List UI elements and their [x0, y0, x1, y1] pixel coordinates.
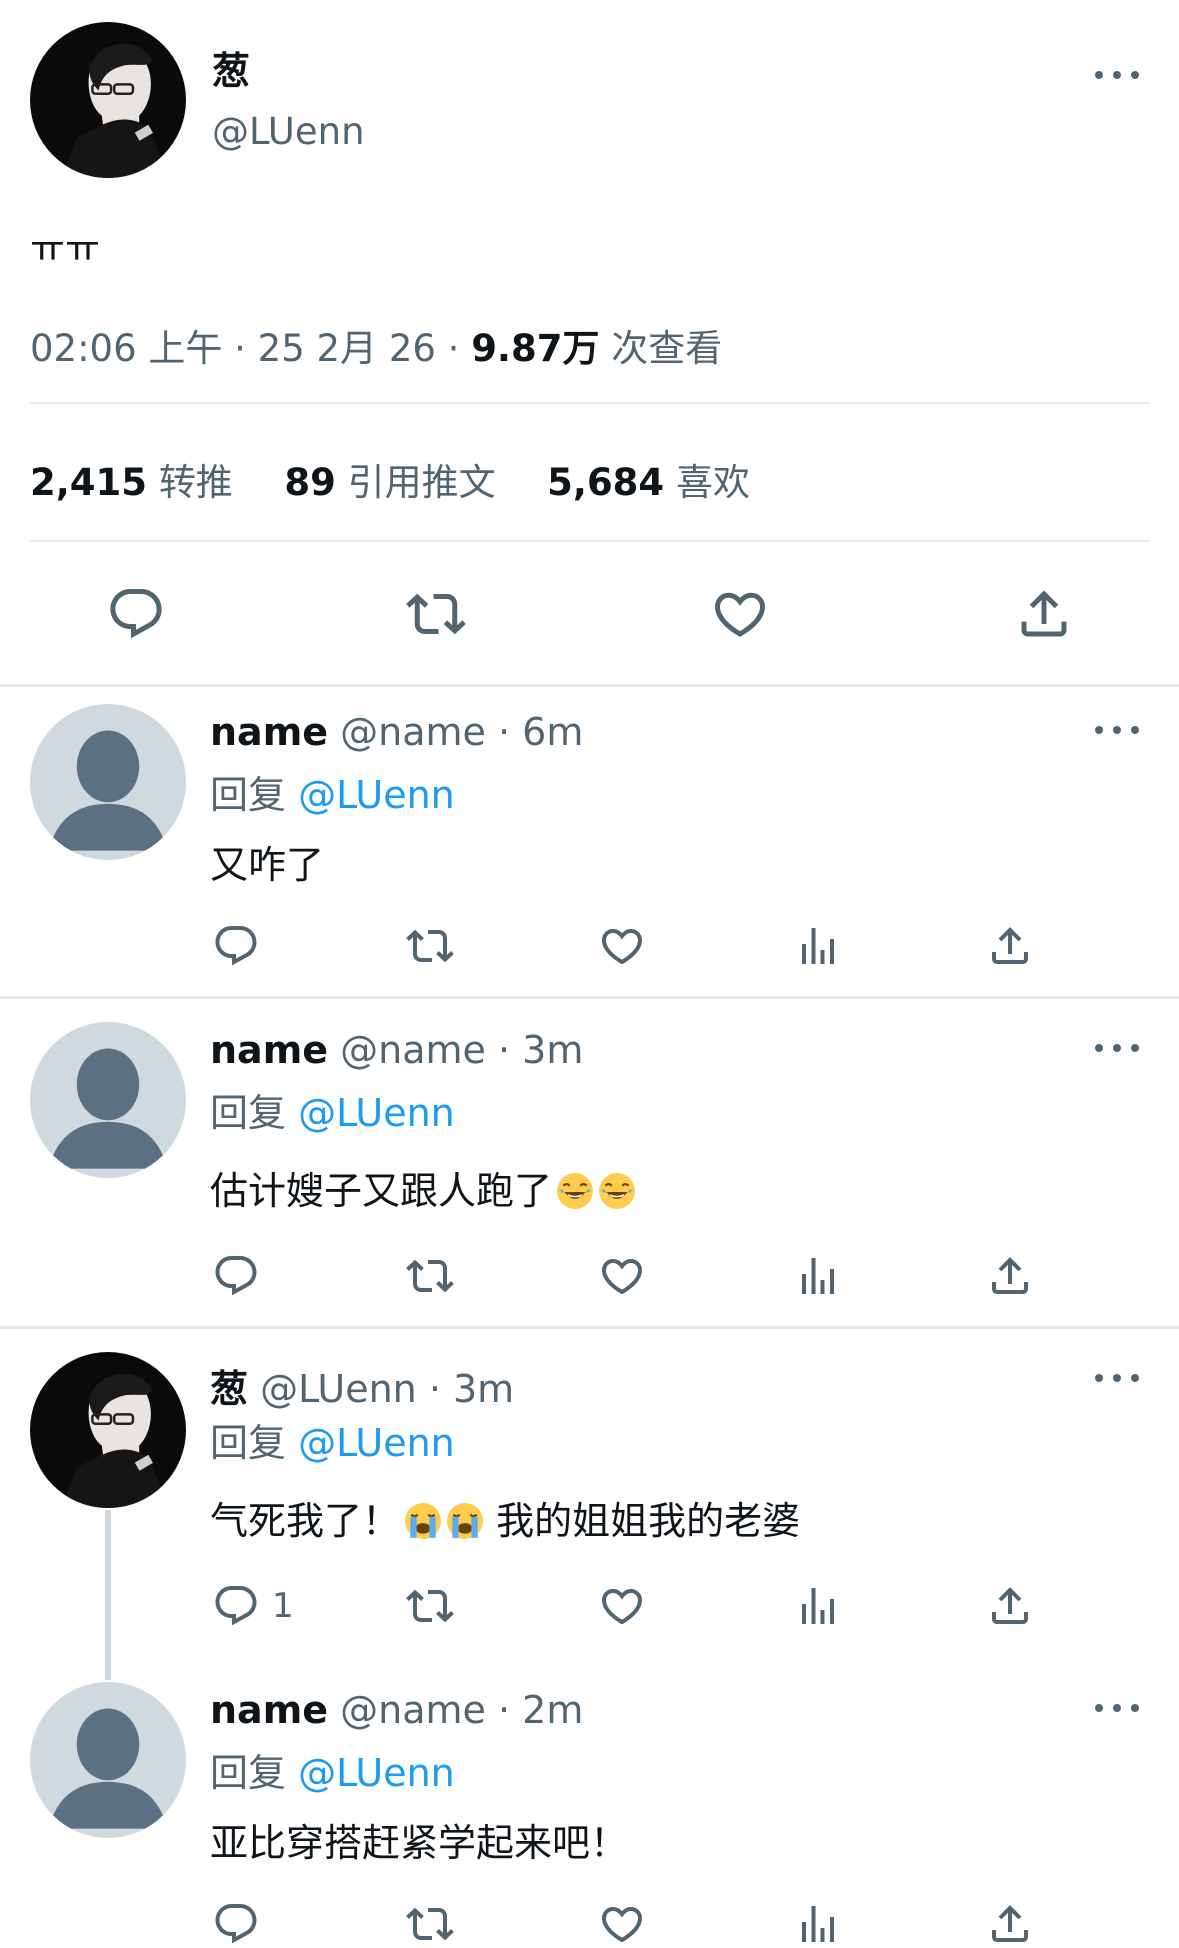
handle-time[interactable]: @name · 2m — [340, 1688, 583, 1732]
share-icon[interactable] — [986, 922, 1034, 970]
reply-prefix: 回复 — [210, 1091, 287, 1135]
avatar[interactable] — [30, 22, 186, 178]
handle-time[interactable]: @LUenn · 3m — [260, 1367, 514, 1411]
reply-icon[interactable] — [212, 922, 260, 970]
reply-text: 我的姐姐我的老婆 — [496, 1499, 801, 1543]
more-icon[interactable] — [1095, 65, 1139, 85]
reply-prefix: 回复 — [210, 1421, 287, 1465]
retweets-stat[interactable]: 2,415 转推 — [30, 461, 245, 504]
more-icon[interactable] — [1095, 1698, 1139, 1718]
reply-prefix: 回复 — [210, 773, 287, 817]
divider — [0, 1326, 1179, 1329]
display-name[interactable]: 葱 — [210, 1367, 248, 1411]
more-icon[interactable] — [1095, 1368, 1139, 1388]
reply-text: 估计嫂子又跟人跑了 — [210, 1169, 553, 1213]
laughing-tears-icon — [556, 1172, 594, 1210]
more-icon[interactable] — [1095, 1038, 1139, 1058]
views-icon[interactable] — [794, 1900, 842, 1948]
handle-time[interactable]: @name · 6m — [340, 710, 583, 754]
mention-link[interactable]: @LUenn — [298, 773, 455, 817]
reply-header: name @name · 3m — [210, 1028, 583, 1072]
quotes-stat[interactable]: 89 引用推文 — [284, 461, 507, 504]
likes-count: 5,684 — [547, 461, 665, 504]
crying-face-icon — [446, 1502, 484, 1540]
likes-label: 喜欢 — [675, 461, 750, 504]
divider — [0, 996, 1179, 999]
tweet-text: ㅠㅠ — [30, 227, 100, 271]
retweets-count: 2,415 — [30, 461, 148, 504]
timestamp[interactable]: 02:06 上午 · 25 2月 26 · — [30, 327, 459, 370]
divider — [30, 402, 1149, 404]
avatar[interactable] — [30, 1682, 186, 1838]
display-name[interactable]: name — [210, 1028, 328, 1072]
handle-time[interactable]: @name · 3m — [340, 1028, 583, 1072]
heart-icon[interactable] — [598, 1252, 646, 1300]
retweet-icon[interactable] — [406, 584, 466, 644]
retweet-icon[interactable] — [406, 922, 454, 970]
avatar[interactable] — [30, 1022, 186, 1178]
display-name[interactable]: name — [210, 710, 328, 754]
views-icon[interactable] — [794, 1582, 842, 1630]
divider — [0, 684, 1179, 687]
views-count: 9.87万 — [471, 327, 600, 370]
reply-text: 又咋了 — [210, 843, 325, 887]
reply-header: 葱 @LUenn · 3m — [210, 1358, 514, 1413]
reply-prefix: 回复 — [210, 1751, 287, 1795]
retweet-icon[interactable] — [406, 1252, 454, 1300]
heart-icon[interactable] — [598, 1900, 646, 1948]
avatar[interactable] — [30, 1352, 186, 1508]
share-icon[interactable] — [986, 1252, 1034, 1300]
reply-icon[interactable] — [212, 1582, 260, 1630]
reply-context: 回复 @LUenn — [210, 764, 455, 819]
reply-body: 估计嫂子又跟人跑了 — [210, 1160, 636, 1215]
views-icon[interactable] — [794, 922, 842, 970]
reply-context: 回复 @LUenn — [210, 1082, 455, 1137]
mention-link[interactable]: @LUenn — [298, 1751, 455, 1795]
reply-context: 回复 @LUenn — [210, 1742, 455, 1797]
heart-icon[interactable] — [598, 1582, 646, 1630]
reply-header: name @name · 6m — [210, 710, 583, 754]
reply-count: 1 — [272, 1586, 294, 1626]
views-icon[interactable] — [794, 1252, 842, 1300]
retweets-label: 转推 — [158, 461, 233, 504]
views-label: 次查看 — [611, 327, 723, 370]
divider — [30, 540, 1149, 542]
display-name[interactable]: 葱 — [212, 40, 250, 95]
more-icon[interactable] — [1095, 720, 1139, 740]
retweet-icon[interactable] — [406, 1582, 454, 1630]
timestamp-line: 02:06 上午 · 25 2月 26 · 9.87万 次查看 — [30, 318, 722, 372]
avatar[interactable] — [30, 704, 186, 860]
quotes-count: 89 — [284, 461, 336, 504]
mention-link[interactable]: @LUenn — [298, 1421, 455, 1465]
heart-icon[interactable] — [710, 584, 770, 644]
handle[interactable]: @LUenn — [212, 110, 365, 153]
reply-icon[interactable] — [106, 584, 166, 644]
reply-icon[interactable] — [212, 1900, 260, 1948]
likes-stat[interactable]: 5,684 喜欢 — [547, 461, 750, 504]
reply-body: 气死我了！ 我的姐姐我的老婆 — [210, 1490, 800, 1545]
reply-context: 回复 @LUenn — [210, 1412, 455, 1467]
display-name[interactable]: name — [210, 1688, 328, 1732]
reply-header: name @name · 2m — [210, 1688, 583, 1732]
reply-text: 亚比穿搭赶紧学起来吧！ — [210, 1821, 629, 1865]
crying-face-icon — [404, 1502, 442, 1540]
reply-icon[interactable] — [212, 1252, 260, 1300]
heart-icon[interactable] — [598, 922, 646, 970]
share-icon[interactable] — [1014, 584, 1074, 644]
reply-text: 气死我了！ — [210, 1499, 401, 1543]
thread-line — [105, 1510, 111, 1680]
share-icon[interactable] — [986, 1900, 1034, 1948]
mention-link[interactable]: @LUenn — [298, 1091, 455, 1135]
stats-row: 2,415 转推 89 引用推文 5,684 喜欢 — [30, 452, 750, 506]
retweet-icon[interactable] — [406, 1900, 454, 1948]
quotes-label: 引用推文 — [347, 461, 496, 504]
share-icon[interactable] — [986, 1582, 1034, 1630]
laughing-tears-icon — [598, 1172, 636, 1210]
